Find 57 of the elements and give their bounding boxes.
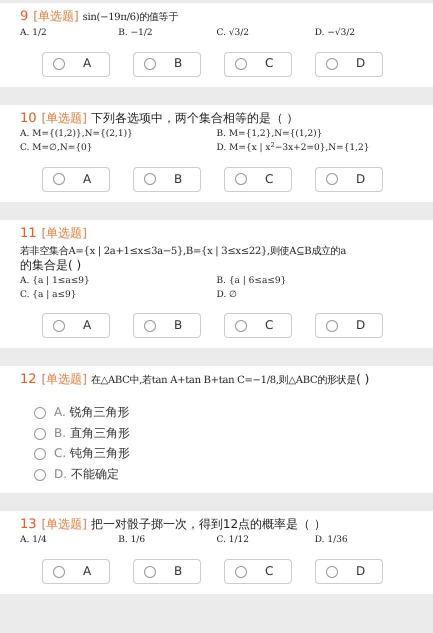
answer-button[interactable]: B bbox=[133, 559, 201, 584]
option-text: B. {a | 6≤a≤9} bbox=[216, 276, 288, 288]
question-text: sin(−19π/6)的值等于 bbox=[82, 12, 178, 23]
question-type: [单选题] bbox=[42, 226, 87, 240]
answer-button[interactable]: B bbox=[133, 313, 201, 338]
answer-button[interactable]: C bbox=[224, 52, 292, 77]
option-text: B. −1/2 bbox=[118, 28, 154, 40]
answer-button[interactable]: D bbox=[315, 313, 383, 338]
question-text: 若非空集合A={x | 2a+1≤x≤3a−5},B={x | 3≤x≤22},则使A⊆B成立的a bbox=[20, 246, 346, 257]
answer-button[interactable]: B bbox=[133, 166, 201, 192]
answer-button[interactable]: A bbox=[42, 313, 110, 338]
option-text: D. 1/36 bbox=[314, 535, 349, 548]
question-number: 12 bbox=[20, 372, 37, 388]
option-text: D. ∅ bbox=[216, 290, 238, 302]
radio-button[interactable] bbox=[34, 428, 46, 440]
option-text: A. 1/4 bbox=[20, 535, 48, 548]
question-type: [单选题] bbox=[42, 372, 87, 386]
answer-button[interactable]: C bbox=[224, 559, 292, 584]
option-text: B. 1/6 bbox=[118, 535, 146, 548]
option-text: C. {a | a≤9} bbox=[20, 290, 78, 302]
question-text: 在△ABC中,若tan A+tan B+tan C=−1/8,则△ABC的形状是 bbox=[90, 375, 356, 386]
question-number: 9 bbox=[20, 9, 28, 24]
option-text: A. 1/2 bbox=[20, 28, 48, 40]
question-number: 11 bbox=[20, 226, 37, 241]
question-text: ( ) bbox=[356, 372, 370, 386]
question-type: [单选题] bbox=[33, 9, 79, 23]
option-text: C. 1/12 bbox=[216, 535, 250, 548]
radio-button[interactable] bbox=[34, 468, 46, 481]
option-text: D. −√3/2 bbox=[314, 28, 356, 40]
radio-button[interactable] bbox=[34, 406, 46, 419]
option-text: C. √3/2 bbox=[216, 28, 250, 40]
answer-button[interactable]: C bbox=[224, 313, 292, 338]
option-text: D. M={x | x$^{2}$−3x+2=0},N={1,2} bbox=[216, 143, 370, 155]
answer-button[interactable]: A bbox=[42, 52, 110, 77]
answer-button[interactable]: D bbox=[315, 52, 383, 77]
radio-button[interactable] bbox=[34, 448, 46, 460]
option-label[interactable]: D. 不能确定 bbox=[54, 466, 119, 483]
option-text: B. M={1,2},N={(1,2)} bbox=[216, 129, 324, 142]
question-type: [单选题] bbox=[42, 516, 87, 531]
question-text: 把一对骰子掷一次，得到12点的概率是（ ） bbox=[90, 516, 326, 531]
question-number: 10 bbox=[20, 110, 37, 126]
question-text: 的集合是( ) bbox=[20, 258, 82, 272]
question-text: 下列各选项中，两个集合相等的是（ ） bbox=[90, 110, 299, 125]
answer-button[interactable]: D bbox=[315, 559, 383, 584]
answer-button[interactable]: C bbox=[224, 166, 292, 192]
option-label[interactable]: A. 锐角三角形 bbox=[54, 405, 130, 421]
answer-button[interactable]: B bbox=[133, 52, 201, 77]
option-text: C. M=∅,N={0} bbox=[20, 143, 94, 155]
option-text: A. M={(1,2)},N={(2,1)} bbox=[20, 129, 134, 142]
answer-button[interactable]: D bbox=[315, 166, 383, 192]
option-label[interactable]: B. 直角三角形 bbox=[54, 426, 130, 442]
option-text: A. {a | 1≤a≤9} bbox=[20, 276, 91, 288]
answer-button[interactable]: A bbox=[42, 559, 110, 584]
question-type: [单选题] bbox=[42, 110, 87, 125]
option-label[interactable]: C. 钝角三角形 bbox=[54, 446, 130, 462]
answer-button[interactable]: A bbox=[42, 166, 110, 192]
question-number: 13 bbox=[20, 516, 37, 532]
